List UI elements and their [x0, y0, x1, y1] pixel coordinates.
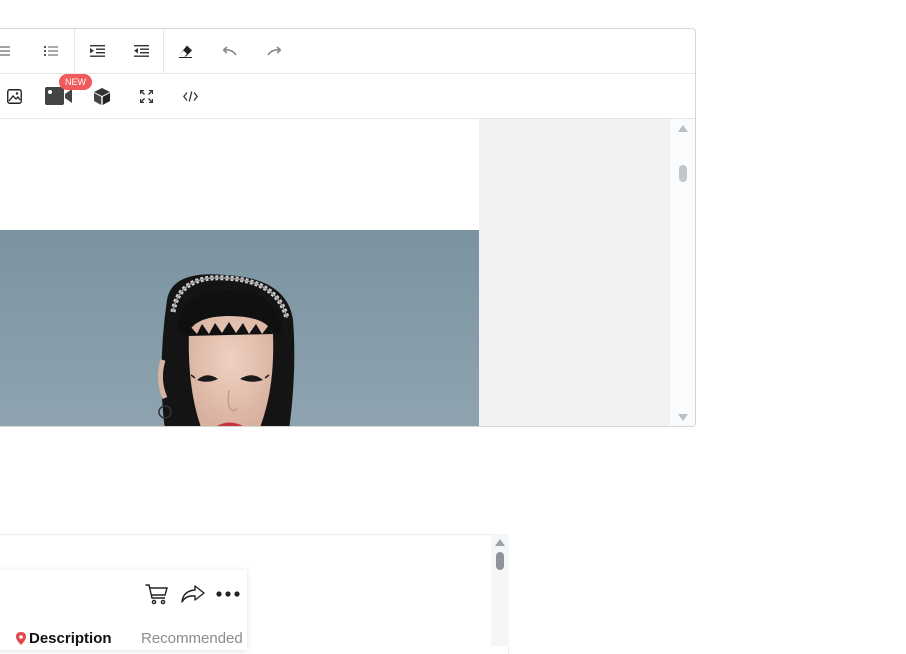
editor-scrollbar[interactable] — [670, 119, 695, 426]
scroll-up-icon[interactable] — [495, 539, 505, 546]
embedded-photo — [0, 230, 479, 426]
scroll-thumb[interactable] — [496, 552, 504, 570]
rich-text-editor: NEW — [0, 28, 696, 427]
toolbar-divider — [74, 29, 75, 73]
toolbar-row-insert: NEW — [0, 74, 695, 119]
editor-content-area[interactable] — [0, 119, 479, 426]
toolbar-divider — [163, 29, 164, 73]
fullscreen-icon[interactable] — [132, 82, 160, 110]
numbered-list-icon[interactable] — [37, 37, 65, 65]
scroll-thumb[interactable] — [679, 165, 687, 182]
preview-scrollbar[interactable] — [491, 534, 509, 646]
bulleted-list-icon[interactable] — [0, 37, 17, 65]
source-code-icon[interactable] — [176, 82, 204, 110]
editor-side-panel — [479, 119, 670, 426]
toolbar-row-formatting — [0, 29, 695, 74]
indent-decrease-icon[interactable] — [127, 37, 155, 65]
image-icon[interactable] — [0, 82, 28, 110]
share-icon[interactable] — [179, 580, 207, 608]
indent-increase-icon[interactable] — [83, 37, 111, 65]
eraser-icon[interactable] — [172, 37, 200, 65]
undo-icon[interactable] — [216, 37, 244, 65]
product-header-card: Description Recommended — [0, 570, 247, 650]
tab-description-label: Description — [29, 630, 112, 647]
tab-recommended-label: Recommended — [141, 630, 243, 647]
portrait-image — [0, 230, 479, 426]
redo-icon[interactable] — [260, 37, 288, 65]
tab-recommended[interactable]: Recommended — [141, 630, 243, 647]
more-icon[interactable] — [214, 580, 242, 608]
3d-cube-icon[interactable] — [88, 82, 116, 110]
location-pin-icon — [16, 632, 26, 645]
scroll-up-icon[interactable] — [678, 125, 688, 132]
cart-icon[interactable] — [143, 580, 171, 608]
tab-description[interactable]: Description — [16, 630, 112, 647]
scroll-down-icon[interactable] — [678, 414, 688, 421]
